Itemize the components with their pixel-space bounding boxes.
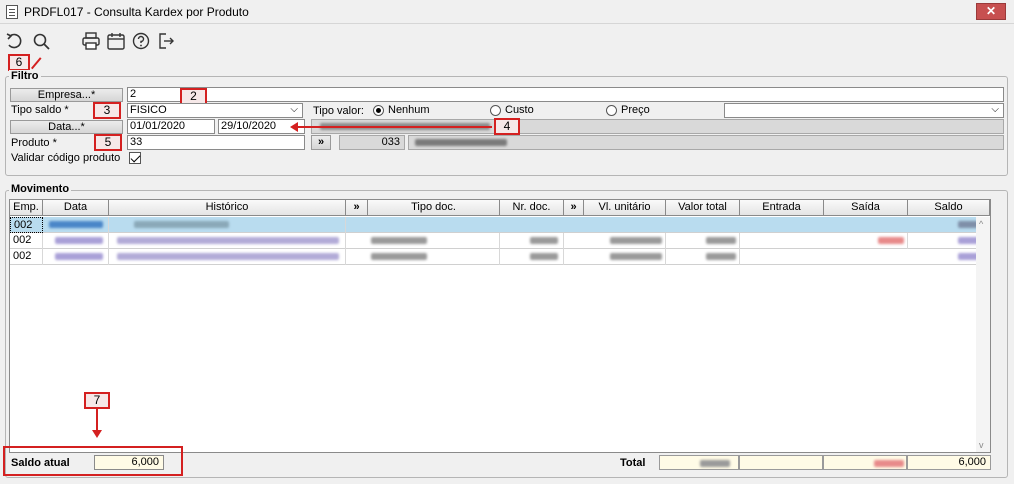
- radio-nenhum-dot: [373, 105, 384, 116]
- movimento-legend: Movimento: [9, 183, 72, 195]
- col-expand-historico[interactable]: »: [346, 200, 368, 216]
- scroll-up-icon[interactable]: ^: [979, 219, 983, 229]
- radio-custo[interactable]: Custo: [490, 104, 590, 117]
- col-expand-doc[interactable]: »: [564, 200, 584, 216]
- empresa-field[interactable]: 2: [127, 87, 1004, 102]
- data-label: Data...*: [48, 121, 85, 133]
- radio-custo-dot: [490, 105, 501, 116]
- saldo-atual-label: Saldo atual: [11, 457, 70, 469]
- validar-checkbox[interactable]: [129, 152, 141, 164]
- window-title: PRDFL017 - Consulta Kardex por Produto: [24, 5, 249, 19]
- redacted-text: [415, 139, 507, 146]
- col-nr-doc[interactable]: Nr. doc.: [500, 200, 564, 216]
- col-data[interactable]: Data: [43, 200, 109, 216]
- cell-valor-total: [666, 249, 740, 265]
- undo-icon[interactable]: [4, 30, 26, 52]
- cell-data: [43, 233, 109, 249]
- cell-emp: 002: [10, 217, 43, 233]
- exit-icon[interactable]: [155, 30, 177, 52]
- table-header: Emp. Data Histórico » Tipo doc. Nr. doc.…: [10, 200, 990, 216]
- table-row[interactable]: 002: [10, 249, 990, 265]
- cell-saida: [824, 233, 908, 249]
- total-saida-field: [823, 455, 907, 470]
- col-emp[interactable]: Emp.: [10, 200, 43, 216]
- search-icon[interactable]: [30, 30, 52, 52]
- radio-custo-label: Custo: [505, 104, 534, 116]
- total-entrada-field: [739, 455, 823, 470]
- radio-nenhum[interactable]: Nenhum: [373, 104, 483, 117]
- col-tipo-doc[interactable]: Tipo doc.: [368, 200, 500, 216]
- marker-7: 7: [84, 392, 110, 409]
- scroll-down-icon[interactable]: v: [979, 440, 984, 450]
- empresa-label: Empresa...*: [37, 89, 96, 101]
- cell-valor-total: [666, 233, 740, 249]
- chevron-down-icon: ⌵: [290, 104, 298, 115]
- cell-data: [43, 217, 109, 233]
- tipo-valor-label: Tipo valor:: [313, 105, 364, 117]
- col-saida[interactable]: Saída: [824, 200, 908, 216]
- cell-emp: 002: [10, 249, 43, 265]
- radio-preco[interactable]: Preço: [606, 104, 706, 117]
- radio-preco-label: Preço: [621, 104, 650, 116]
- marker-6: 6: [8, 54, 30, 71]
- title-bar: PRDFL017 - Consulta Kardex por Produto ✕: [0, 0, 1014, 24]
- date-from-field[interactable]: 01/01/2020: [127, 119, 215, 134]
- filter-legend: Filtro: [9, 70, 41, 82]
- validar-label: Validar código produto: [11, 152, 121, 164]
- cell-tipo-doc: [368, 233, 500, 249]
- total-saldo-field: 6,000: [907, 455, 991, 470]
- total-valor-field: [659, 455, 739, 470]
- col-vl-unitario[interactable]: Vl. unitário: [584, 200, 666, 216]
- table-row[interactable]: 002: [10, 217, 990, 233]
- cell-vl-unitario: [584, 233, 666, 249]
- produto-description-field: [408, 135, 1004, 150]
- cell-vl-unitario: [584, 249, 666, 265]
- col-saldo[interactable]: Saldo: [908, 200, 990, 216]
- cell-historico: [109, 249, 346, 265]
- radio-nenhum-label: Nenhum: [388, 104, 430, 116]
- print-icon[interactable]: [80, 30, 102, 52]
- cell-nr-doc: [500, 233, 564, 249]
- marker-5: 5: [94, 134, 122, 151]
- tipo-valor-select[interactable]: ⌵: [724, 103, 1004, 118]
- marker-6-arrow: [31, 57, 42, 70]
- cell-historico: [109, 217, 346, 233]
- produto-code-field: 033: [339, 135, 405, 150]
- marker-3: 3: [93, 102, 121, 119]
- marker-4-arrow: [292, 126, 492, 128]
- tipo-saldo-label: Tipo saldo *: [11, 104, 69, 116]
- close-button[interactable]: ✕: [976, 3, 1006, 20]
- radio-preco-dot: [606, 105, 617, 116]
- arrowhead-icon: [92, 430, 102, 438]
- cell-emp: 002: [10, 233, 43, 249]
- col-entrada[interactable]: Entrada: [740, 200, 824, 216]
- calendar-icon[interactable]: [105, 30, 127, 52]
- data-lookup-button[interactable]: Data...*: [10, 120, 123, 134]
- toolbar: [0, 26, 1014, 56]
- movimento-table: Emp. Data Histórico » Tipo doc. Nr. doc.…: [9, 199, 991, 453]
- produto-label: Produto *: [11, 137, 57, 149]
- col-historico[interactable]: Histórico: [109, 200, 346, 216]
- produto-expand-button[interactable]: »: [311, 135, 331, 150]
- table-row[interactable]: 002: [10, 233, 990, 249]
- vertical-scrollbar[interactable]: ^ v: [976, 217, 990, 452]
- total-label: Total: [620, 457, 646, 469]
- cell-historico: [109, 233, 346, 249]
- chevron-down-icon: ⌵: [991, 104, 999, 115]
- marker-7-arrow: [96, 409, 98, 431]
- document-icon: [6, 5, 18, 19]
- col-valor-total[interactable]: Valor total: [666, 200, 740, 216]
- help-icon[interactable]: [130, 30, 152, 52]
- saldo-atual-field: 6,000: [94, 455, 164, 470]
- tipo-saldo-select[interactable]: FISICO ⌵: [127, 103, 303, 118]
- arrowhead-icon: [290, 122, 298, 132]
- cell-data: [43, 249, 109, 265]
- tipo-saldo-value: FISICO: [130, 104, 167, 116]
- cell-tipo-doc: [368, 249, 500, 265]
- produto-field[interactable]: 33: [127, 135, 305, 150]
- cell-nr-doc: [500, 249, 564, 265]
- marker-4: 4: [494, 118, 520, 135]
- empresa-lookup-button[interactable]: Empresa...*: [10, 88, 123, 102]
